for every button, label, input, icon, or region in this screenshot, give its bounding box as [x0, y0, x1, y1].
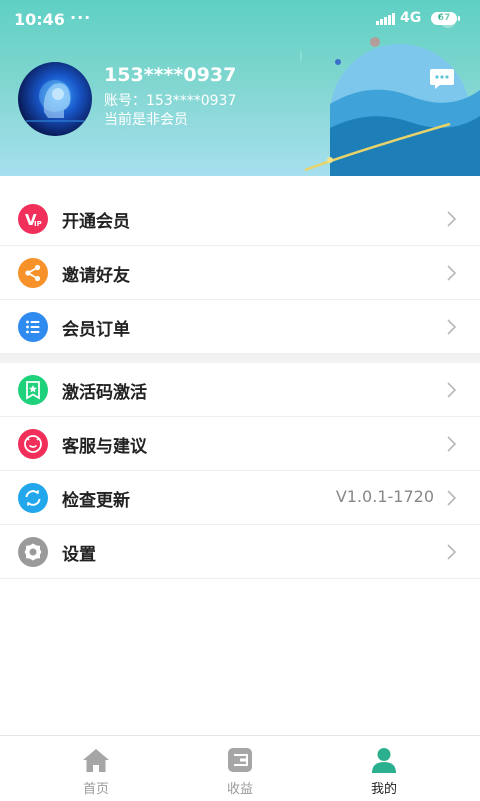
chevron-right-icon — [447, 211, 456, 227]
member-status: 当前是非会员 — [104, 112, 188, 128]
avatar[interactable] — [18, 62, 92, 136]
svg-text:IP: IP — [34, 220, 42, 228]
menu-item-invite-friends[interactable]: 邀请好友 — [0, 246, 480, 300]
list-icon — [18, 312, 48, 342]
menu-item-label: 邀请好友 — [62, 266, 130, 286]
menu-item-check-update[interactable]: 检查更新 V1.0.1-1720 — [0, 471, 480, 525]
profile-header: 10:46 ··· 4G 67 153****0937 账号：153****09… — [0, 0, 480, 176]
section-divider — [0, 354, 480, 363]
badge-icon — [18, 375, 48, 405]
wallet-icon — [228, 748, 252, 772]
menu-item-label: 激活码激活 — [62, 383, 147, 403]
profile-phone: 153****0937 — [104, 64, 237, 86]
status-time: 10:46 — [14, 10, 65, 29]
menu-item-settings[interactable]: 设置 — [0, 525, 480, 579]
menu-item-label: 设置 — [62, 545, 96, 565]
menu-item-activation-code[interactable]: 激活码激活 — [0, 363, 480, 417]
tab-label: 首页 — [82, 782, 109, 797]
chevron-right-icon — [447, 490, 456, 506]
tab-earnings[interactable]: 收益 — [180, 736, 300, 801]
person-icon — [372, 748, 396, 773]
chevron-right-icon — [447, 319, 456, 335]
bottom-nav: 首页 收益 我的 — [0, 735, 480, 801]
menu-item-customer-service[interactable]: 客服与建议 — [0, 417, 480, 471]
share-icon — [18, 258, 48, 288]
tab-label: 我的 — [370, 782, 397, 797]
menu-item-vip-orders[interactable]: 会员订单 — [0, 300, 480, 354]
app-version: V1.0.1-1720 — [335, 487, 434, 506]
vip-icon: V IP — [18, 204, 48, 234]
profile-account: 账号：153****0937 — [104, 93, 237, 109]
message-icon[interactable] — [429, 68, 455, 90]
refresh-icon — [18, 483, 48, 513]
menu-group-membership: V IP 开通会员 邀请好友 会员订单 — [0, 192, 480, 354]
menu-item-label: 开通会员 — [62, 212, 130, 232]
menu-item-label: 检查更新 — [62, 491, 130, 511]
menu-item-label: 客服与建议 — [62, 437, 147, 457]
tab-label: 收益 — [226, 782, 253, 797]
tab-mine[interactable]: 我的 — [324, 736, 444, 801]
chevron-right-icon — [447, 436, 456, 452]
home-icon — [83, 749, 109, 772]
chevron-right-icon — [447, 544, 456, 560]
menu-item-label: 会员订单 — [62, 320, 130, 340]
status-more-dots: ··· — [70, 8, 92, 27]
chat-face-icon — [18, 429, 48, 459]
menu-item-open-vip[interactable]: V IP 开通会员 — [0, 192, 480, 246]
spacer — [0, 176, 480, 192]
tab-home[interactable]: 首页 — [36, 736, 156, 801]
chevron-right-icon — [447, 382, 456, 398]
chevron-right-icon — [447, 265, 456, 281]
avatar-brain-image — [26, 80, 84, 122]
gear-icon — [18, 537, 48, 567]
menu-group-general: 激活码激活 客服与建议 检查更新 V1.0.1-1720 设置 — [0, 363, 480, 579]
